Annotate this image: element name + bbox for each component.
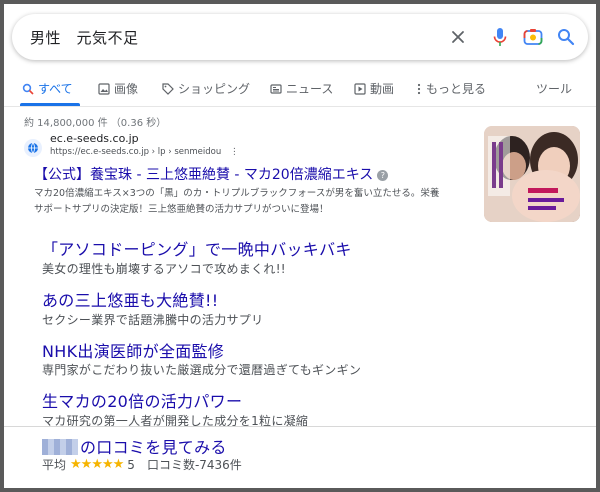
tab-news[interactable]: ニュース <box>270 80 333 97</box>
rating-prefix: 平均 <box>42 458 67 472</box>
microphone-icon[interactable] <box>490 27 510 47</box>
clear-icon[interactable] <box>448 27 468 47</box>
browser-viewport: 男性 元気不足 すべて 画像 ショッピング ニュース 動画 もっと見る ツール … <box>4 4 596 488</box>
divider <box>4 426 596 427</box>
ad-description-line: サポートサプリの決定版！三上悠亜絶賛の活力サプリがついに登場！ <box>34 204 329 215</box>
search-icon <box>22 83 34 95</box>
sitelink-title[interactable]: 「アソコドーピング」で一晩中バッキバキ <box>42 236 352 260</box>
camera-lens-icon[interactable] <box>523 27 543 47</box>
tab-videos[interactable]: 動画 <box>354 80 394 97</box>
star-rating-icon: ★★★★★ <box>70 457 124 472</box>
active-tab-indicator <box>20 103 80 106</box>
search-bar[interactable]: 男性 元気不足 <box>12 14 588 60</box>
image-icon <box>98 82 110 95</box>
ad-title-link[interactable]: 【公式】養宝珠 - 三上悠亜絶賛 - マカ20倍濃縮エキス? <box>34 164 389 184</box>
ad-title-text: 【公式】養宝珠 - 三上悠亜絶賛 - マカ20倍濃縮エキス <box>34 167 374 183</box>
tab-more[interactable]: もっと見る <box>416 80 486 97</box>
reviews-link-text: の口コミを見てみる <box>80 438 227 457</box>
rating-row: 平均 ★★★★★ 5 口コミ数-7436件 <box>42 456 242 473</box>
tab-tools[interactable]: ツール <box>536 80 572 97</box>
breadcrumb-text: https://ec.e-seeds.co.jp › lp › senmeido… <box>50 147 222 157</box>
tab-label: ツール <box>536 82 573 96</box>
ad-thumbnail-image[interactable] <box>484 126 580 222</box>
info-icon[interactable]: ? <box>377 169 389 181</box>
sitelink-desc: セクシー業界で話題沸騰中の活力サプリ <box>42 313 264 327</box>
tab-all[interactable]: すべて <box>22 80 73 97</box>
tab-label: もっと見る <box>426 82 487 96</box>
search-input[interactable]: 男性 元気不足 <box>30 27 139 48</box>
blurred-brand <box>42 439 78 455</box>
tab-images[interactable]: 画像 <box>98 80 138 97</box>
results-stats: 約 14,800,000 件 （0.36 秒） <box>24 118 167 129</box>
reviews-link[interactable]: の口コミを見てみる <box>42 434 227 458</box>
sitelink-title[interactable]: 生マカの20倍の活力パワー <box>42 388 242 412</box>
ad-description-line: マカ20倍濃縮エキス×3つの「黒」のカ・トリプルブラックフォースが男を奮い立たせ… <box>34 188 440 199</box>
news-icon <box>270 83 282 94</box>
tab-label: 画像 <box>114 82 139 96</box>
more-options-icon[interactable]: ⋮ <box>230 147 239 157</box>
search-icon[interactable] <box>556 27 576 47</box>
globe-icon <box>24 139 42 157</box>
sitelink-desc: 専門家がこだわり抜いた厳選成分で還暦過ぎてもギンギン <box>42 363 362 377</box>
tab-label: 動画 <box>370 82 395 96</box>
tag-icon <box>162 82 174 95</box>
sitelink-title[interactable]: あの三上悠亜も大絶賛!! <box>42 287 218 311</box>
video-icon <box>354 82 366 95</box>
tab-label: ニュース <box>286 82 334 96</box>
tab-label: すべて <box>38 82 73 96</box>
tab-shopping[interactable]: ショッピング <box>162 80 250 97</box>
sitelink-desc: 美女の理性も崩壊するアソコで攻めまくれ!! <box>42 262 286 276</box>
tab-label: ショッピング <box>178 82 251 96</box>
ad-breadcrumb[interactable]: https://ec.e-seeds.co.jp › lp › senmeido… <box>50 147 238 157</box>
search-tabs: すべて 画像 ショッピング ニュース 動画 もっと見る ツール <box>4 70 596 107</box>
ad-domain[interactable]: ec.e-seeds.co.jp <box>50 132 139 145</box>
more-icon <box>417 83 421 94</box>
sitelink-title[interactable]: NHK出演医師が全面監修 <box>42 338 224 362</box>
rating-score: 5 <box>127 457 135 472</box>
ad-description: マカ20倍濃縮エキス×3つの「黒」のカ・トリプルブラックフォースが男を奮い立たせ… <box>34 186 464 218</box>
review-count: 口コミ数-7436件 <box>146 458 242 472</box>
